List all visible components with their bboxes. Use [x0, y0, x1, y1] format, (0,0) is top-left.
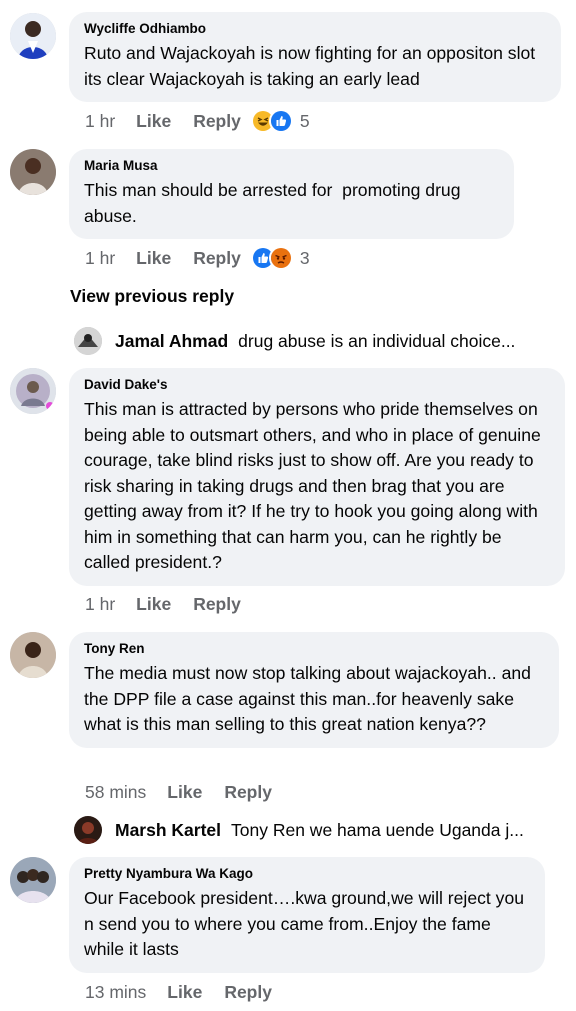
view-previous-reply-link[interactable]: View previous reply	[70, 286, 234, 307]
like-button[interactable]: Like	[136, 111, 171, 132]
reply-author[interactable]: Jamal Ahmad	[115, 331, 228, 352]
comment-time[interactable]: 13 mins	[85, 982, 146, 1003]
reply-button[interactable]: Reply	[224, 782, 272, 803]
avatar[interactable]	[10, 857, 56, 903]
like-button[interactable]: Like	[136, 594, 171, 615]
comment-actions: 1 hr Like Reply 5	[85, 109, 310, 133]
reply-author[interactable]: Marsh Kartel	[115, 820, 221, 841]
comment-author[interactable]: Maria Musa	[84, 157, 500, 174]
comment-text: Ruto and Wajackoyah is now fighting for …	[84, 43, 541, 89]
comment-text: This man should be arrested for promotin…	[84, 180, 466, 226]
comment-actions: 1 hr Like Reply 3	[85, 246, 310, 270]
avatar[interactable]	[10, 13, 56, 59]
reply-preview[interactable]: Jamal Ahmad drug abuse is an individual …	[74, 326, 564, 356]
reactions-summary[interactable]: 3	[250, 246, 310, 270]
angry-reaction-icon	[268, 246, 293, 270]
comment-time[interactable]: 1 hr	[85, 594, 115, 615]
comment-bubble: Maria Musa This man should be arrested f…	[69, 149, 514, 239]
comment-time[interactable]: 1 hr	[85, 248, 115, 269]
comment-bubble: Pretty Nyambura Wa Kago Our Facebook pre…	[69, 857, 545, 973]
comment-author[interactable]: Pretty Nyambura Wa Kago	[84, 865, 531, 882]
like-button[interactable]: Like	[167, 782, 202, 803]
like-reaction-icon	[268, 109, 293, 133]
avatar[interactable]	[10, 632, 56, 678]
comment-actions: 58 mins Like Reply	[85, 780, 282, 804]
reply-button[interactable]: Reply	[193, 248, 241, 269]
avatar[interactable]	[74, 327, 102, 355]
avatar[interactable]	[74, 816, 102, 844]
like-button[interactable]: Like	[136, 248, 171, 269]
avatar[interactable]	[10, 149, 56, 195]
comment-bubble: Wycliffe Odhiambo Ruto and Wajackoyah is…	[69, 12, 561, 102]
reaction-count: 5	[299, 110, 310, 131]
reply-button[interactable]: Reply	[193, 594, 241, 615]
comment-text: Our Facebook president….kwa ground,we wi…	[84, 888, 529, 959]
comment-actions: 13 mins Like Reply	[85, 980, 282, 1004]
comment-author[interactable]: Wycliffe Odhiambo	[84, 20, 547, 37]
like-button[interactable]: Like	[167, 982, 202, 1003]
comment-author[interactable]: Tony Ren	[84, 640, 545, 657]
reply-preview[interactable]: Marsh Kartel Tony Ren we hama uende Ugan…	[74, 815, 564, 845]
comment-bubble: Tony Ren The media must now stop talking…	[69, 632, 559, 748]
reply-text: drug abuse is an individual choice...	[238, 330, 516, 351]
comment-time[interactable]: 1 hr	[85, 111, 115, 132]
comment-time[interactable]: 58 mins	[85, 782, 146, 803]
comment-bubble: David Dake's This man is attracted by pe…	[69, 368, 565, 586]
comment-author[interactable]: David Dake's	[84, 376, 551, 393]
reply-button[interactable]: Reply	[193, 111, 241, 132]
comment-text: This man is attracted by persons who pri…	[84, 399, 546, 572]
reply-text: Tony Ren we hama uende Uganda j...	[231, 819, 524, 840]
comment-text: The media must now stop talking about wa…	[84, 663, 536, 734]
reaction-count: 3	[299, 247, 310, 268]
reactions-summary[interactable]: 5	[250, 109, 310, 133]
reply-button[interactable]: Reply	[224, 982, 272, 1003]
comment-actions: 1 hr Like Reply	[85, 592, 251, 616]
avatar[interactable]	[10, 368, 56, 414]
